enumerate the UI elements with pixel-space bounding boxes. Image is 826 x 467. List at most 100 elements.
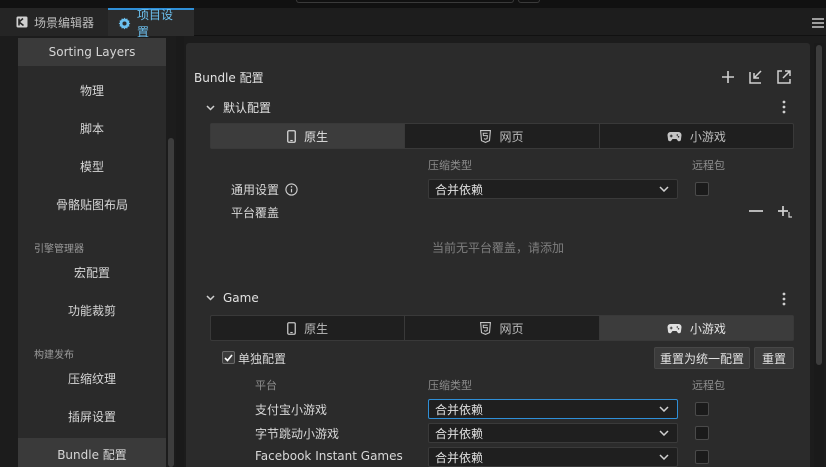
tab-mini-game[interactable]: 小游戏	[599, 316, 793, 340]
game-platform-tabs: 原生 网页 小游戏	[210, 315, 794, 341]
gear-icon	[118, 17, 131, 29]
bundle-config-panel: Bundle 配置 默认配置 原生 网页 小游戏 压缩类型 远程包 通用设置 合…	[186, 43, 810, 467]
more-options-icon[interactable]	[778, 99, 790, 115]
tab-label: 网页	[499, 129, 524, 144]
tab-scene-editor-label: 场景编辑器	[34, 15, 95, 30]
sidebar-item-label: 插屏设置	[67, 409, 116, 424]
checkmark-icon	[224, 353, 233, 362]
section-title: Game	[223, 291, 259, 305]
select-value: 合并依赖	[435, 450, 484, 465]
game-config-header[interactable]: Game	[206, 291, 259, 305]
sidebar-item-label: 物理	[79, 83, 104, 98]
chevron-down-icon	[206, 104, 215, 111]
phone-icon	[287, 321, 297, 335]
tab-project-settings-label: 项目设置	[137, 8, 174, 39]
more-options-icon[interactable]	[778, 291, 790, 307]
sidebar-group-build-publish: 构建发布	[34, 350, 74, 361]
panel-title: Bundle 配置	[194, 71, 264, 85]
hamburger-menu-icon[interactable]	[812, 18, 824, 28]
import-icon[interactable]	[748, 69, 764, 85]
select-value: 合并依赖	[435, 182, 484, 197]
add-override-icon[interactable]	[776, 204, 792, 218]
panel-splitter[interactable]	[176, 36, 184, 467]
sidebar-item-skeleton-layout[interactable]: 骨骼贴图布局	[18, 190, 166, 218]
add-icon[interactable]	[720, 69, 736, 85]
info-icon[interactable]	[285, 183, 298, 196]
sidebar-item-label: 骨骼贴图布局	[55, 197, 128, 212]
remove-icon[interactable]	[748, 204, 764, 218]
main-scrollbar[interactable]	[814, 43, 824, 467]
facebook-compression-select[interactable]: 合并依赖	[428, 447, 678, 467]
default-config-header[interactable]: 默认配置	[206, 99, 271, 116]
select-value: 合并依赖	[435, 402, 484, 417]
independent-config-label: 单独配置	[238, 352, 287, 366]
sidebar-item-splash-settings[interactable]: 插屏设置	[18, 402, 166, 430]
empty-override-hint: 当前无平台覆盖，请添加	[431, 241, 564, 255]
platform-label-alipay: 支付宝小游戏	[255, 403, 328, 417]
tab-label: 原生	[304, 321, 329, 336]
tab-web[interactable]: 网页	[405, 316, 600, 340]
sidebar-group-engine-manager: 引擎管理器	[34, 244, 84, 255]
sidebar-item-label: 功能裁剪	[67, 303, 116, 318]
tab-web[interactable]: 网页	[405, 124, 600, 148]
tab-label: 小游戏	[689, 321, 726, 336]
sidebar-item-label: Bundle 配置	[57, 447, 127, 462]
column-remote-bundle: 远程包	[692, 159, 725, 172]
general-compression-select[interactable]: 合并依赖	[428, 179, 678, 199]
sidebar-item-label: 宏配置	[73, 265, 110, 280]
sidebar-item-label: 模型	[79, 159, 104, 174]
tab-native[interactable]: 原生	[211, 124, 406, 148]
reset-button[interactable]: 重置	[754, 347, 794, 369]
sidebar-item-physics[interactable]: 物理	[18, 76, 166, 104]
chevron-down-icon	[659, 454, 669, 460]
tab-native[interactable]: 原生	[211, 316, 406, 340]
chevron-down-icon	[659, 406, 669, 412]
alipay-remote-checkbox[interactable]	[695, 402, 709, 416]
bytedance-remote-checkbox[interactable]	[695, 426, 709, 440]
sidebar-item-bundle-config[interactable]: Bundle 配置	[18, 438, 166, 467]
gamepad-icon	[667, 131, 682, 141]
sidebar-item-texture-compression[interactable]: 压缩纹理	[18, 364, 166, 392]
independent-config-checkbox[interactable]	[222, 351, 235, 364]
settings-sidebar: Sorting Layers 物理 脚本 模型 骨骼贴图布局 引擎管理器 宏配置…	[18, 38, 166, 467]
chevron-down-icon	[206, 295, 215, 301]
platform-override-label: 平台覆盖	[231, 206, 280, 220]
sidebar-item-sorting-layers[interactable]: Sorting Layers	[18, 38, 166, 66]
top-toolbar-edge-small	[518, 0, 540, 3]
bytedance-compression-select[interactable]: 合并依赖	[428, 423, 678, 443]
sidebar-item-macro-config[interactable]: 宏配置	[18, 258, 166, 286]
general-remote-checkbox[interactable]	[695, 182, 709, 196]
gamepad-icon	[667, 323, 682, 333]
scene-editor-icon	[16, 16, 28, 28]
column-remote-bundle: 远程包	[692, 379, 725, 392]
html5-icon	[480, 321, 492, 335]
tab-bar: 场景编辑器 项目设置	[0, 8, 826, 39]
sidebar-item-scripts[interactable]: 脚本	[18, 114, 166, 142]
tab-label: 小游戏	[689, 129, 726, 144]
tab-mini-game[interactable]: 小游戏	[600, 124, 793, 148]
scrollbar-thumb[interactable]	[816, 45, 822, 365]
sidebar-scrollbar[interactable]	[168, 138, 174, 467]
sidebar-item-models[interactable]: 模型	[18, 152, 166, 180]
alipay-compression-select[interactable]: 合并依赖	[428, 399, 678, 419]
sidebar-item-feature-cropping[interactable]: 功能裁剪	[18, 296, 166, 324]
facebook-remote-checkbox[interactable]	[695, 450, 709, 464]
phone-icon	[287, 129, 297, 143]
section-title: 默认配置	[223, 101, 272, 115]
sidebar-item-label: 压缩纹理	[67, 371, 116, 386]
platform-label-facebook: Facebook Instant Games	[255, 449, 403, 463]
sidebar-item-label: 脚本	[79, 121, 104, 136]
reset-to-unified-button[interactable]: 重置为统一配置	[654, 347, 750, 369]
select-value: 合并依赖	[435, 426, 484, 441]
platform-override-row: 平台覆盖	[231, 204, 279, 221]
sidebar-item-label: Sorting Layers	[48, 45, 136, 59]
export-icon[interactable]	[776, 69, 792, 85]
tab-label: 原生	[304, 129, 329, 144]
column-compression-type: 压缩类型	[428, 159, 472, 172]
tab-project-settings[interactable]: 项目设置	[108, 8, 194, 39]
chevron-down-icon	[659, 186, 669, 192]
tab-scene-editor[interactable]: 场景编辑器	[0, 8, 108, 36]
html5-icon	[480, 129, 492, 143]
general-settings-row: 通用设置	[231, 181, 298, 198]
general-settings-label: 通用设置	[231, 183, 280, 197]
